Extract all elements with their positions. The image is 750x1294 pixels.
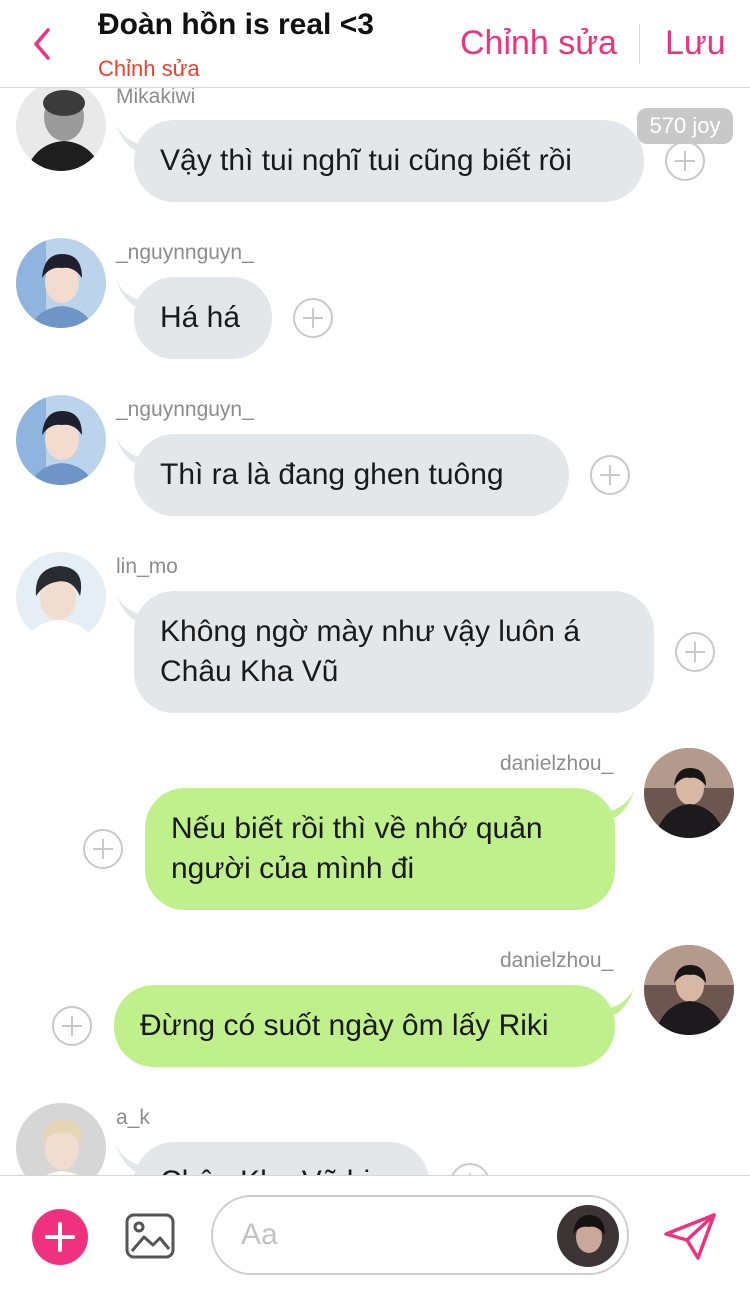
message-list[interactable]: Mikakiwi Vậy thì tui nghĩ tui cũng biết … xyxy=(0,88,750,1175)
add-reaction-icon[interactable] xyxy=(82,828,124,870)
header-divider xyxy=(639,24,640,64)
avatar[interactable] xyxy=(16,238,106,328)
add-reaction-icon[interactable] xyxy=(589,454,631,496)
back-button[interactable] xyxy=(26,24,62,64)
add-reaction-icon[interactable] xyxy=(449,1162,491,1175)
message-bubble[interactable]: Thì ra là đang ghen tuông xyxy=(134,434,569,516)
message-text: người của mình đi xyxy=(171,852,415,885)
avatar[interactable] xyxy=(16,552,106,642)
chat-header: Đoàn hồn is real <3 Chỉnh sửa Chỉnh sửa … xyxy=(0,0,750,88)
message-bubble[interactable]: Đừng có suốt ngày ôm lấy Riki xyxy=(114,985,615,1067)
joy-badge: 570 joy xyxy=(637,108,733,144)
sender-name: _nguynnguyn_ xyxy=(116,398,254,421)
send-button[interactable] xyxy=(662,1212,718,1262)
chat-title: Đoàn hồn is real <3 xyxy=(98,8,374,41)
sender-name: _nguynnguyn_ xyxy=(116,241,254,264)
avatar[interactable] xyxy=(557,1205,619,1267)
avatar[interactable] xyxy=(644,748,734,838)
send-icon xyxy=(664,1213,716,1260)
message-text: Châu Kha Vũ bi xyxy=(160,1162,403,1175)
message-input-box[interactable] xyxy=(211,1195,629,1275)
save-button[interactable]: Lưu xyxy=(665,24,726,63)
composer-bar xyxy=(0,1175,750,1294)
add-reaction-icon[interactable] xyxy=(674,631,716,673)
add-reaction-icon[interactable] xyxy=(292,297,334,339)
sender-name: Mikakiwi xyxy=(116,88,196,108)
plus-icon xyxy=(45,1222,75,1252)
message-bubble[interactable]: Nếu biết rồi thì về nhớ quản người của m… xyxy=(145,788,615,910)
message-text: Không ngờ mày như vậy luôn á xyxy=(160,615,581,648)
avatar[interactable] xyxy=(16,88,106,171)
edit-button[interactable]: Chỉnh sửa xyxy=(460,24,617,63)
sender-name: lin_mo xyxy=(116,555,178,578)
add-reaction-icon[interactable] xyxy=(664,140,706,182)
add-button[interactable] xyxy=(32,1209,88,1265)
photo-button[interactable] xyxy=(124,1210,176,1262)
chat-subtitle-edit[interactable]: Chỉnh sửa xyxy=(98,56,200,82)
avatar[interactable] xyxy=(16,1103,106,1175)
message-text: Nếu biết rồi thì về nhớ quản xyxy=(171,812,543,845)
message-text: Châu Kha Vũ xyxy=(160,655,339,688)
message-text: Há há xyxy=(160,301,241,334)
message-bubble[interactable]: Há há xyxy=(134,277,272,359)
add-reaction-icon[interactable] xyxy=(51,1005,93,1047)
avatar[interactable] xyxy=(16,395,106,485)
message-text: Vậy thì tui nghĩ tui cũng biết rồi xyxy=(160,144,572,177)
message-text: Thì ra là đang ghen tuông xyxy=(160,458,504,491)
image-icon xyxy=(125,1213,175,1259)
message-bubble[interactable]: Không ngờ mày như vậy luôn á Châu Kha Vũ xyxy=(134,591,654,713)
sender-name: a_k xyxy=(116,1106,150,1129)
chevron-left-icon xyxy=(34,28,50,60)
message-input[interactable] xyxy=(241,1215,541,1255)
message-text: Đừng có suốt ngày ôm lấy Riki xyxy=(140,1009,549,1042)
avatar[interactable] xyxy=(644,945,734,1035)
message-bubble[interactable]: Châu Kha Vũ bi xyxy=(134,1142,429,1175)
sender-name: danielzhou_ xyxy=(500,752,614,775)
message-bubble[interactable]: Vậy thì tui nghĩ tui cũng biết rồi xyxy=(134,120,644,202)
sender-name: danielzhou_ xyxy=(500,949,614,972)
